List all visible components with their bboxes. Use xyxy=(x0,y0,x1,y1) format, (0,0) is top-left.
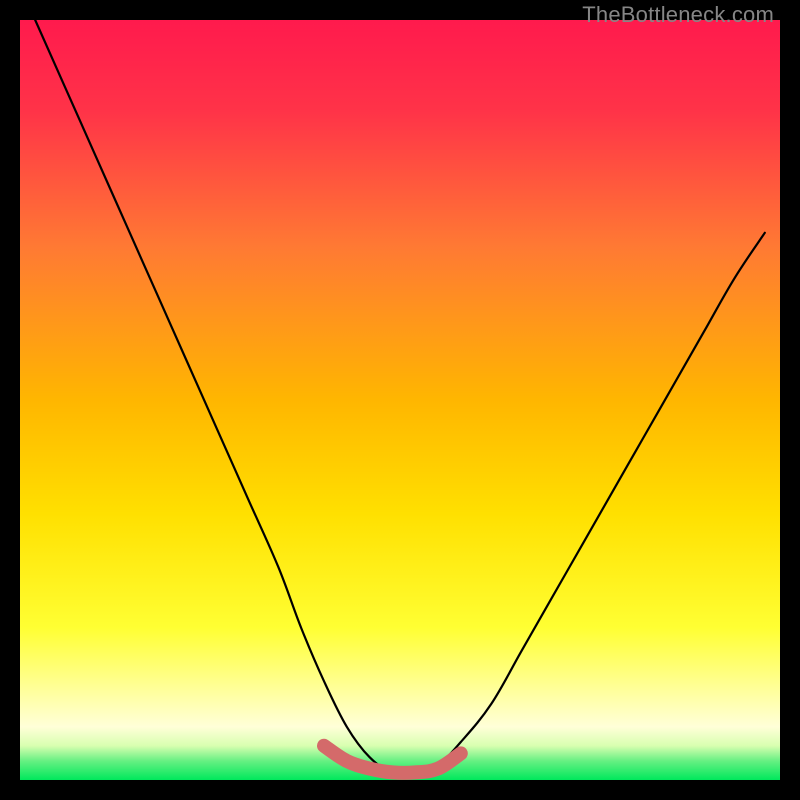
watermark-text: TheBottleneck.com xyxy=(582,2,774,28)
chart-frame xyxy=(20,20,780,780)
bottleneck-chart xyxy=(20,20,780,780)
